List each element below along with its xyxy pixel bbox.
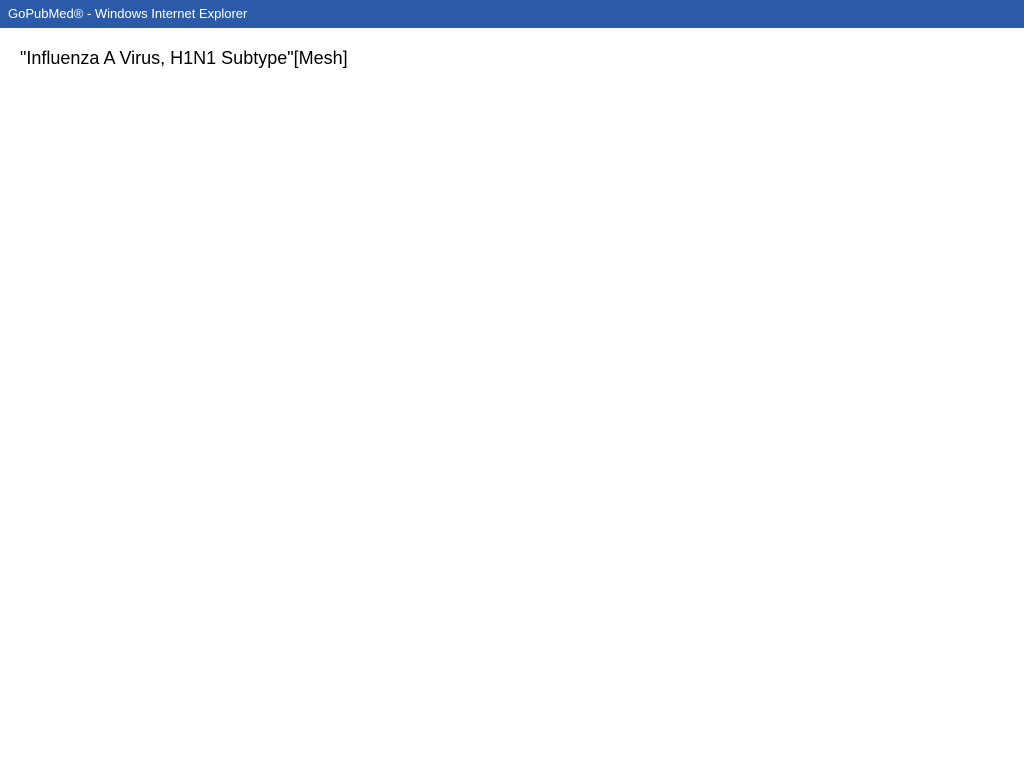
title-bar: GoPubMed® - Windows Internet Explorer [0,0,1024,28]
search-query[interactable]: "Influenza A Virus, H1N1 Subtype"[Mesh] [20,48,1004,69]
